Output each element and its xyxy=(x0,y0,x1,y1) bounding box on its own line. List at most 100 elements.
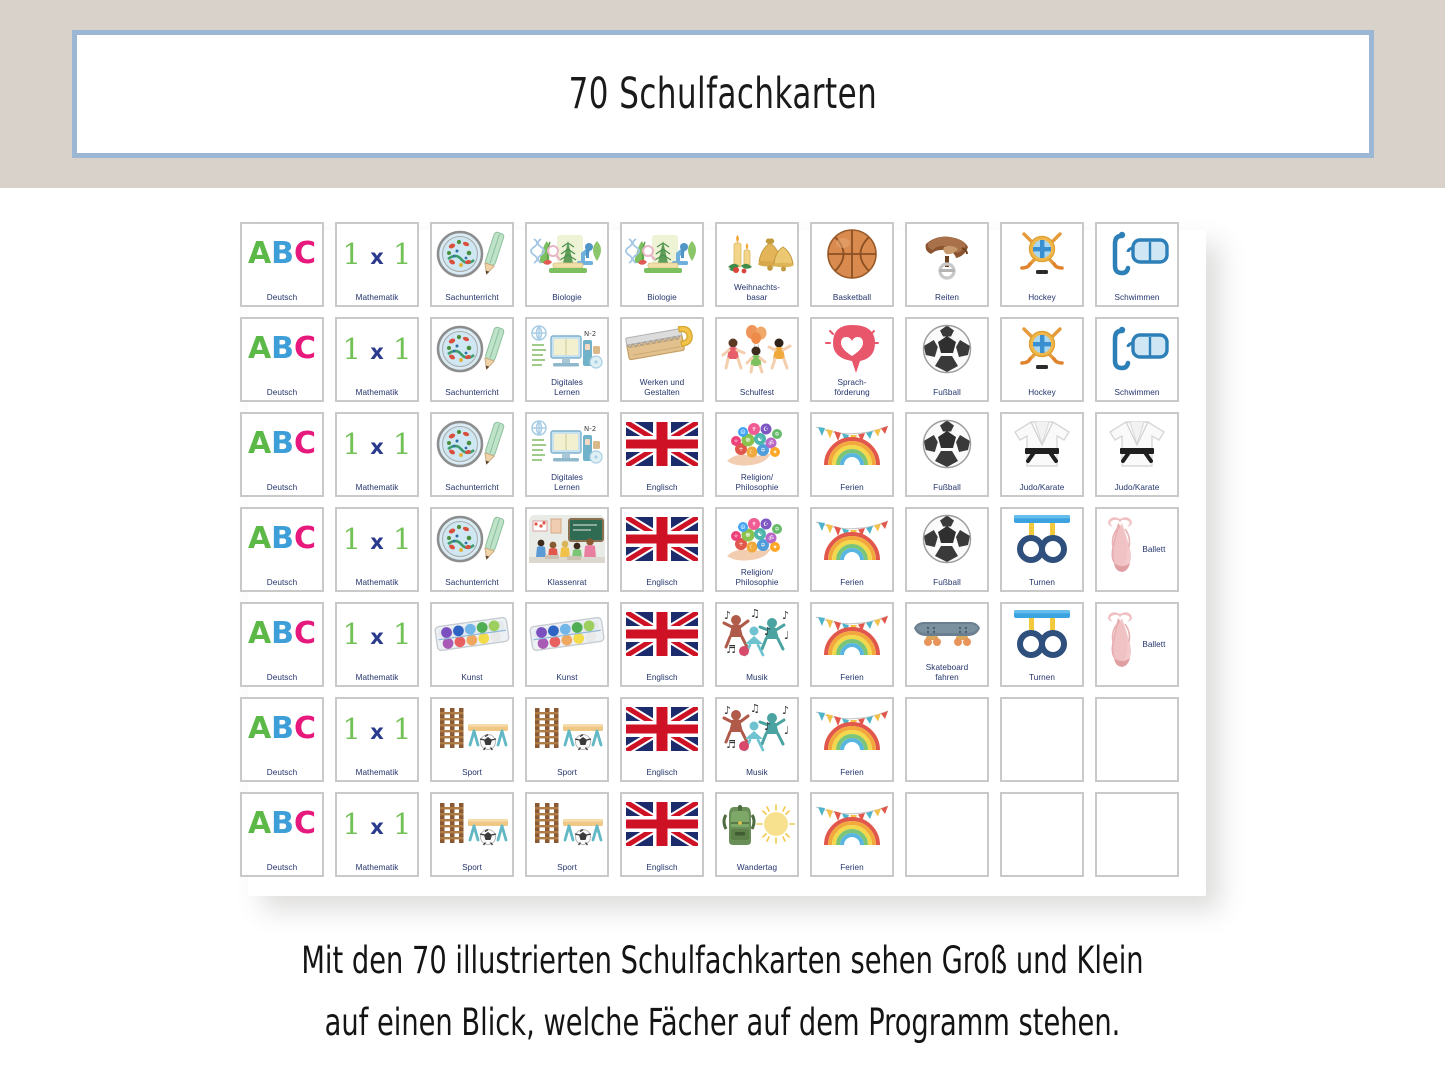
subject-card[interactable]: Sachunterricht xyxy=(430,507,514,592)
svg-text:☯: ☯ xyxy=(757,436,762,443)
abc-letters-icon: ABC xyxy=(247,806,317,841)
subject-card[interactable]: Reiten xyxy=(905,222,989,307)
card-empty[interactable] xyxy=(905,697,989,782)
subject-card[interactable]: Weihnachts- basar xyxy=(715,222,799,307)
subject-card-label: Mathematik xyxy=(355,387,399,397)
subject-card[interactable]: ABC Deutsch xyxy=(240,222,324,307)
subject-card[interactable]: Ferien xyxy=(810,602,894,687)
subject-card[interactable]: Fußball xyxy=(905,412,989,497)
subject-card[interactable]: + ☾ ✡ ☸ ☯ ॐ ✝ ☪ ✡ ☮ ✦ ✧ Religion/ Philosophie xyxy=(715,412,799,497)
subject-card[interactable]: Fußball xyxy=(905,507,989,592)
subject-card[interactable]: 1 x 1 Mathematik xyxy=(335,507,419,592)
subject-card[interactable]: Ferien xyxy=(810,507,894,592)
subject-card[interactable]: Englisch xyxy=(620,792,704,877)
svg-text:☪: ☪ xyxy=(763,521,768,528)
bottom-caption: Mit den 70 illustrierten Schulfachkarten… xyxy=(0,930,1445,1054)
subject-card-label: Fußball xyxy=(933,577,961,587)
subject-card[interactable]: 1 x 1 Mathematik xyxy=(335,792,419,877)
subject-card[interactable]: Ferien xyxy=(810,412,894,497)
subject-card[interactable]: ABC Deutsch xyxy=(240,507,324,592)
subject-card[interactable]: Hockey xyxy=(1000,222,1084,307)
subject-card[interactable]: Ferien xyxy=(810,697,894,782)
subject-card-label: Deutsch xyxy=(266,862,298,872)
subject-card[interactable]: ABC Deutsch xyxy=(240,317,324,402)
subject-card[interactable]: Englisch xyxy=(620,697,704,782)
card-empty[interactable] xyxy=(1000,792,1084,877)
card-empty[interactable] xyxy=(1095,792,1179,877)
subject-card-label: Religion/ Philosophie xyxy=(735,568,779,587)
subject-card[interactable]: Turnen xyxy=(1000,507,1084,592)
subject-card[interactable]: 1 x 1 Mathematik xyxy=(335,602,419,687)
subject-card-label: Sachunterricht xyxy=(445,482,499,492)
judo-gi-icon xyxy=(1098,416,1176,472)
subject-card[interactable]: Schulfest xyxy=(715,317,799,402)
svg-text:♪: ♪ xyxy=(764,720,771,733)
subject-card[interactable]: Schwimmen xyxy=(1095,317,1179,402)
subject-card[interactable]: ♪ ♫ ♪ ♩ ♬ ♪ Musik xyxy=(715,602,799,687)
svg-text:✡: ✡ xyxy=(774,526,779,533)
subject-card-label: Basketball xyxy=(832,292,872,302)
subject-card[interactable]: 1 x 1 Mathematik xyxy=(335,697,419,782)
subject-card[interactable]: ABC Deutsch xyxy=(240,602,324,687)
subject-card[interactable]: Sport xyxy=(430,697,514,782)
svg-text:☯: ☯ xyxy=(757,531,762,538)
svg-text:☾: ☾ xyxy=(749,449,754,456)
subject-card[interactable]: Sport xyxy=(525,792,609,877)
skateboard-icon xyxy=(908,606,986,662)
subject-card[interactable]: Englisch xyxy=(620,602,704,687)
subject-card[interactable]: Judo/Karate xyxy=(1000,412,1084,497)
subject-card[interactable]: Sachunterricht xyxy=(430,222,514,307)
subject-card-label: Biologie xyxy=(552,292,582,302)
soccer-ball-icon xyxy=(908,416,986,472)
subject-card[interactable]: N-2 Digitales Lernen xyxy=(525,317,609,402)
subject-card[interactable]: Ballett xyxy=(1095,602,1179,687)
subject-card[interactable]: Sport xyxy=(430,792,514,877)
subject-card[interactable]: Judo/Karate xyxy=(1095,412,1179,497)
subject-card[interactable]: Englisch xyxy=(620,412,704,497)
subject-card-label: Ballett xyxy=(1142,544,1166,554)
subject-card[interactable]: Sachunterricht xyxy=(430,412,514,497)
subject-card[interactable]: Ferien xyxy=(810,792,894,877)
subject-card[interactable]: Biologie xyxy=(525,222,609,307)
subject-card[interactable]: Sport xyxy=(525,697,609,782)
subject-card[interactable]: Kunst xyxy=(430,602,514,687)
subject-card[interactable]: Skateboard fahren xyxy=(905,602,989,687)
svg-text:✡: ✡ xyxy=(760,542,765,549)
subject-card[interactable]: Sprach- förderung xyxy=(810,317,894,402)
subject-card[interactable]: Fußball xyxy=(905,317,989,402)
hockey-sticks-icon xyxy=(1003,321,1081,377)
subject-card[interactable]: ♪ ♫ ♪ ♩ ♬ ♪ Musik xyxy=(715,697,799,782)
subject-card-label: Ferien xyxy=(840,862,864,872)
subject-card[interactable]: ABC Deutsch xyxy=(240,697,324,782)
subject-card[interactable]: Basketball xyxy=(810,222,894,307)
subject-card[interactable]: + ☾ ✡ ☸ ☯ ॐ ✝ ☪ ✡ ☮ ✦ ✧ Religion/ Philosophie xyxy=(715,507,799,592)
card-empty[interactable] xyxy=(1095,697,1179,782)
biology-microscope-plants-icon xyxy=(623,226,701,282)
svg-text:N-2: N-2 xyxy=(584,425,596,433)
subject-card[interactable]: ABC Deutsch xyxy=(240,792,324,877)
subject-card[interactable]: Werken und Gestalten xyxy=(620,317,704,402)
subject-card[interactable]: N-2 Digitales Lernen xyxy=(525,412,609,497)
paint-palette-icon xyxy=(528,606,606,662)
subject-card[interactable]: Englisch xyxy=(620,507,704,592)
children-balloons-icon xyxy=(718,321,796,377)
subject-card[interactable]: Hockey xyxy=(1000,317,1084,402)
subject-card[interactable]: Sachunterricht xyxy=(430,317,514,402)
card-empty[interactable] xyxy=(1000,697,1084,782)
subject-card[interactable]: 1 x 1 Mathematik xyxy=(335,222,419,307)
card-grid: ABC Deutsch 1 x 1 Mathematik Sachunterricht xyxy=(240,222,1202,877)
subject-card[interactable]: Wandertag xyxy=(715,792,799,877)
subject-card[interactable]: 1 x 1 Mathematik xyxy=(335,412,419,497)
subject-card[interactable]: ABC Deutsch xyxy=(240,412,324,497)
subject-card[interactable]: Klassenrat xyxy=(525,507,609,592)
subject-card[interactable]: Biologie xyxy=(620,222,704,307)
subject-card-label: Digitales Lernen xyxy=(551,473,583,492)
subject-card[interactable]: Turnen xyxy=(1000,602,1084,687)
subject-card[interactable]: Kunst xyxy=(525,602,609,687)
subject-card[interactable]: Schwimmen xyxy=(1095,222,1179,307)
subject-card-label: Schwimmen xyxy=(1114,292,1160,302)
subject-card-label: Wandertag xyxy=(736,862,778,872)
card-empty[interactable] xyxy=(905,792,989,877)
subject-card[interactable]: Ballett xyxy=(1095,507,1179,592)
subject-card[interactable]: 1 x 1 Mathematik xyxy=(335,317,419,402)
